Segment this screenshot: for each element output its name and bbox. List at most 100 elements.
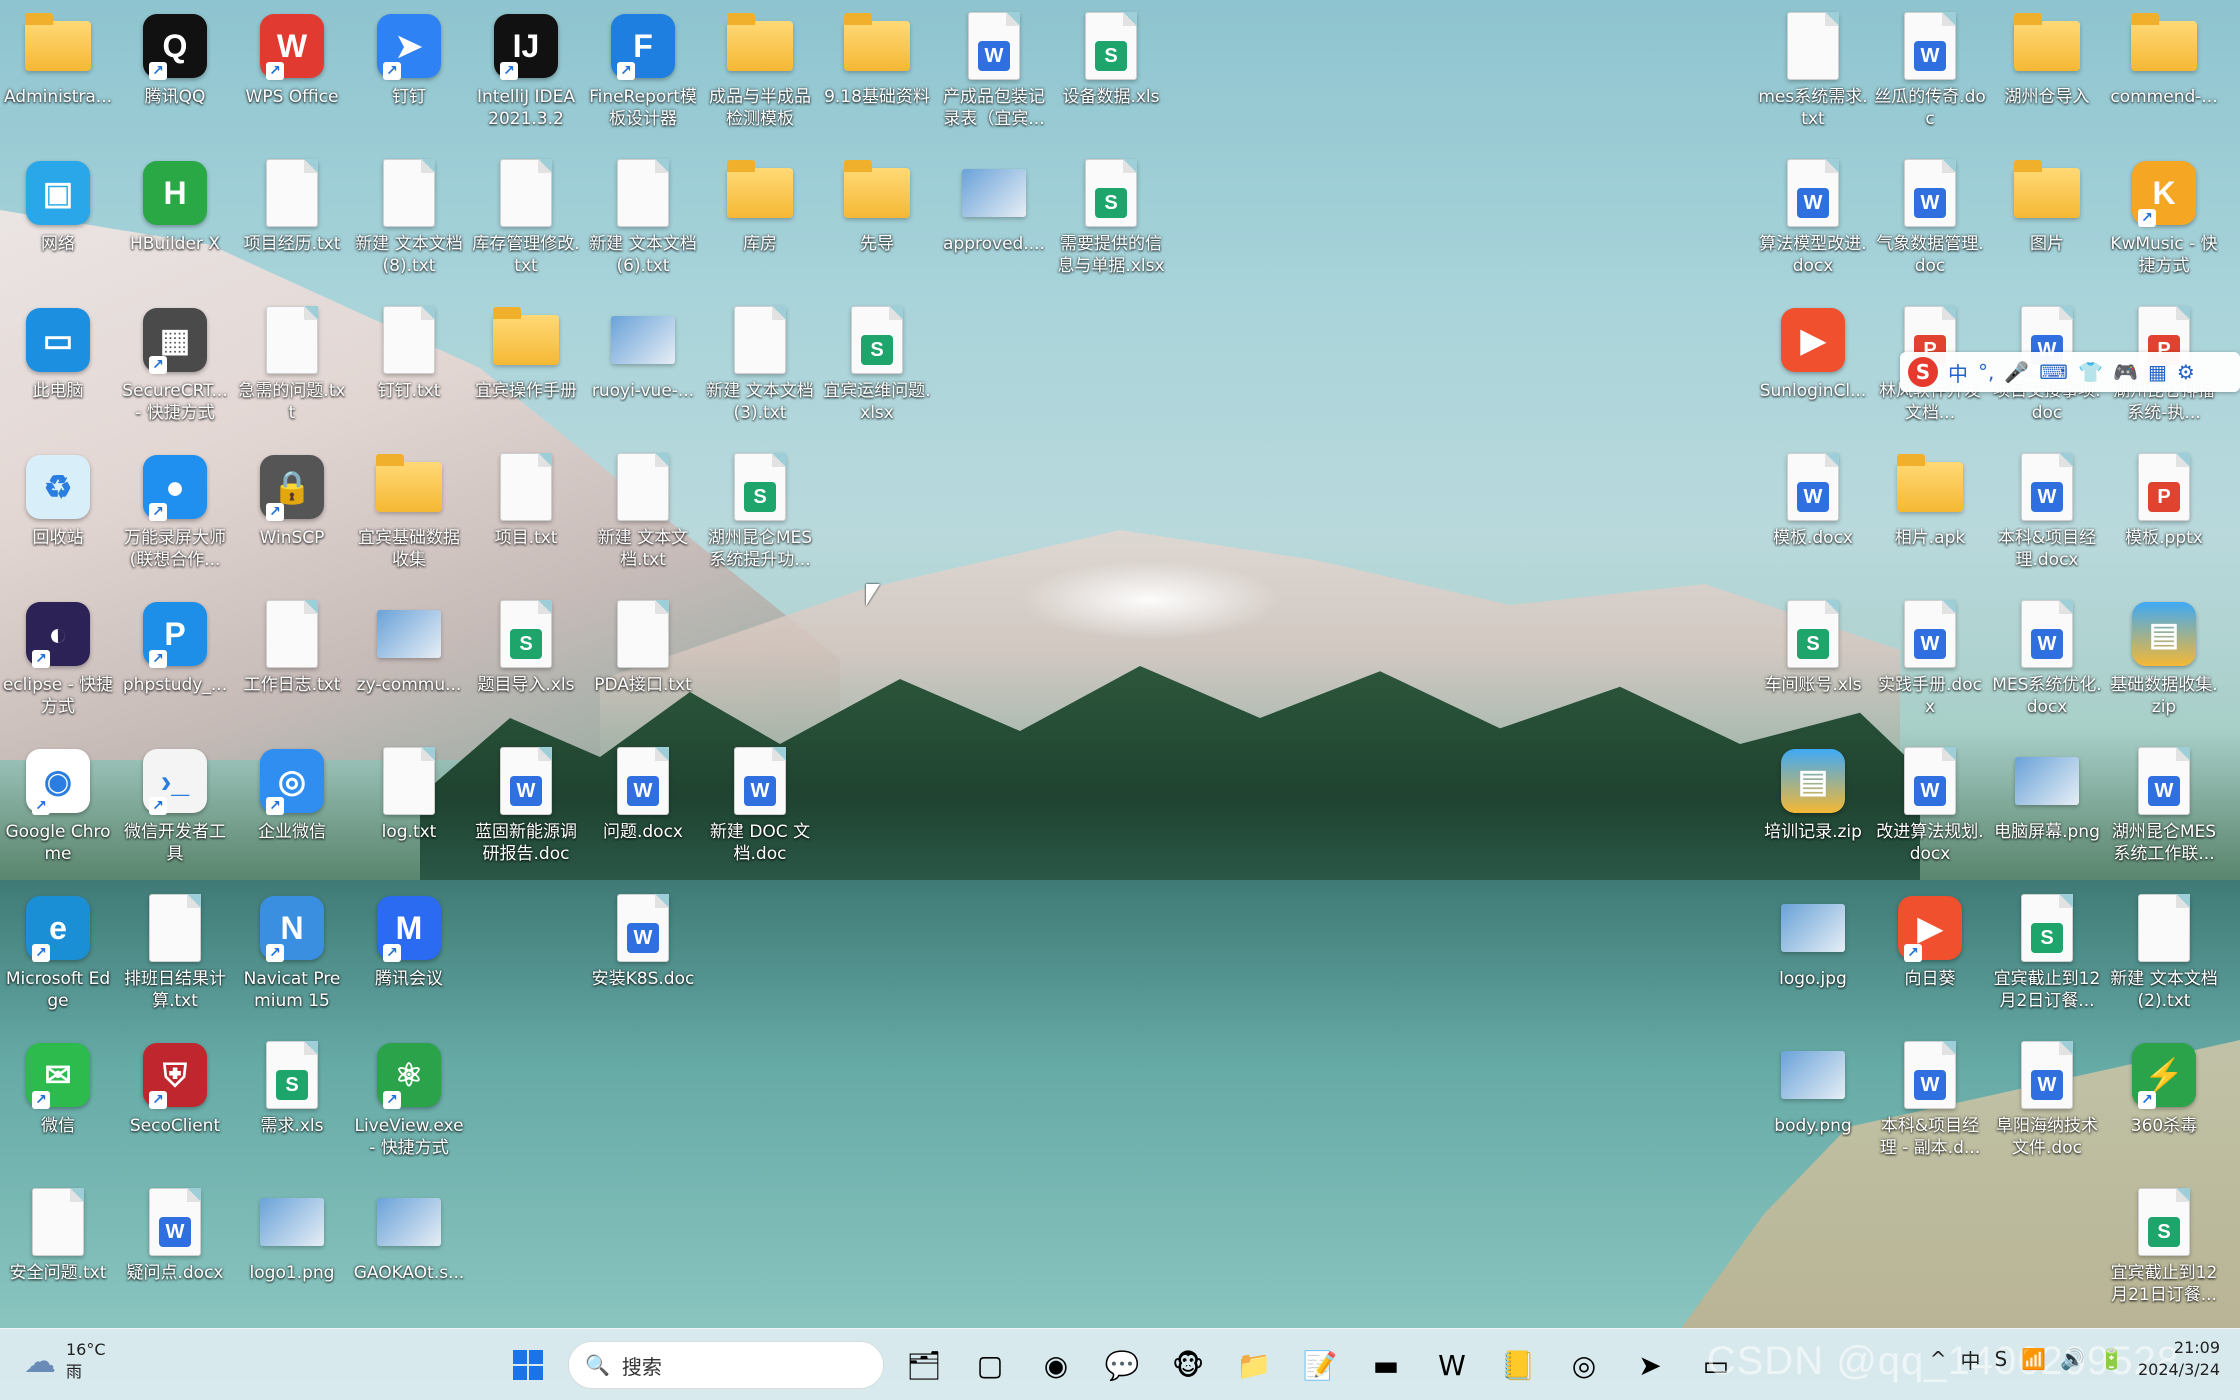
chrome-app[interactable]: ◉ ↗ Google Chrome [0, 739, 116, 885]
sogou-logo-icon[interactable]: S [1908, 357, 1938, 387]
mes-requirements-txt[interactable]: mes系统需求.txt [1755, 4, 1871, 150]
question-import-xls[interactable]: S 题目导入.xls [468, 592, 584, 738]
volume-icon[interactable]: 🔊 [2060, 1347, 2085, 1371]
xiandao-folder[interactable]: 先导 [819, 151, 935, 297]
navicat-app[interactable]: N ↗ Navicat Premium 15 [234, 886, 350, 1032]
security-issues-txt[interactable]: 安全问题.txt [0, 1180, 116, 1326]
ime-toolbar[interactable]: S 中 °, 🎤 ⌨ 👕 🎮 ▦ ⚙ [1900, 352, 2240, 392]
wechat-icon[interactable]: 💬 [1094, 1337, 1150, 1393]
dingtalk-app[interactable]: ➤ ↗ 钉钉 [351, 4, 467, 150]
yibin-orders-xls[interactable]: S 宜宾截止到12月2日订餐... [1989, 886, 2105, 1032]
monkey-app-icon[interactable]: 🐵 [1160, 1337, 1216, 1393]
yibin-ops-xlsx[interactable]: S 宜宾运维问题.xlsx [819, 298, 935, 444]
new-text-3-txt[interactable]: 新建 文本文档 (3).txt [702, 298, 818, 444]
gaokao-file[interactable]: GAOKAOt.s... [351, 1180, 467, 1326]
pda-api-txt[interactable]: PDA接口.txt [585, 592, 701, 738]
data-collection-zip[interactable]: ▤ 基础数据收集.zip [2106, 592, 2222, 738]
wifi-icon[interactable]: 📶 [2021, 1347, 2046, 1371]
requirements-xls[interactable]: S 需求.xls [234, 1033, 350, 1179]
packaging-record-doc[interactable]: W 产成品包装记录表（宜宾... [936, 4, 1052, 150]
notes-icon[interactable]: 📒 [1490, 1337, 1546, 1393]
yibin-data-folder[interactable]: 宜宾基础数据收集 [351, 445, 467, 591]
intellij-idea-app[interactable]: IJ ↗ IntelliJ IDEA 2021.3.2 [468, 4, 584, 150]
new-text-6-txt[interactable]: 新建 文本文档 (6).txt [585, 151, 701, 297]
huzhou-mes-xls[interactable]: S 湖州昆仑MES系统提升功... [702, 445, 818, 591]
chrome-icon[interactable]: ◉ [1028, 1337, 1084, 1393]
pictures-folder[interactable]: 图片 [1989, 151, 2105, 297]
tray-ime-indicator[interactable]: 中 [1961, 1345, 1981, 1374]
project-experience-txt[interactable]: 项目经历.txt [234, 151, 350, 297]
this-pc-icon[interactable]: ▭ 此电脑 [0, 298, 116, 444]
algorithm-plan-docx[interactable]: W 改进算法规划.docx [1872, 739, 1988, 885]
keyboard-icon[interactable]: ⌨ [2039, 360, 2068, 384]
new-doc-doc[interactable]: W 新建 DOC 文档.doc [702, 739, 818, 885]
liveview-app[interactable]: ⚛ ↗ LiveView.exe - 快捷方式 [351, 1033, 467, 1179]
taskbar-search-box[interactable]: 🔍 搜索 [568, 1341, 884, 1389]
eclipse-app[interactable]: ◐ ↗ eclipse - 快捷方式 [0, 592, 116, 738]
sigua-doc[interactable]: W 丝瓜的传奇.doc [1872, 4, 1988, 150]
template-pptx[interactable]: P 模板.pptx [2106, 445, 2222, 591]
logo-jpg[interactable]: logo.jpg [1755, 886, 1871, 1032]
basic-data-folder[interactable]: 9.18基础资料 [819, 4, 935, 150]
skin-icon[interactable]: 👕 [2078, 360, 2103, 384]
new-text-2-txt[interactable]: 新建 文本文档 (2).txt [2106, 886, 2222, 1032]
terminal-icon[interactable]: ▬ [1358, 1337, 1414, 1393]
urgent-issues-txt[interactable]: 急需的问题.txt [234, 298, 350, 444]
ruoyi-vue-file[interactable]: ruoyi-vue-... [585, 298, 701, 444]
template-docx[interactable]: W 模板.docx [1755, 445, 1871, 591]
research-report-doc[interactable]: W 蓝固新能源调研报告.doc [468, 739, 584, 885]
network-icon[interactable]: ▣ 网络 [0, 151, 116, 297]
wps-icon[interactable]: W [1424, 1337, 1480, 1393]
administrator-folder[interactable]: Administra... [0, 4, 116, 150]
practice-manual-docx[interactable]: W 实践手册.docx [1872, 592, 1988, 738]
ime-item[interactable]: °, [1978, 360, 1994, 384]
body-png[interactable]: body.png [1755, 1033, 1871, 1179]
file-explorer-icon[interactable]: 📁 [1226, 1337, 1282, 1393]
sunlogin-app[interactable]: ▶ SunloginCl... [1755, 298, 1871, 444]
screen-png[interactable]: 电脑屏幕.png [1989, 739, 2105, 885]
approved-image[interactable]: approved.... [936, 151, 1052, 297]
toolbox-icon[interactable]: ▦ [2148, 360, 2167, 384]
secoclient-app[interactable]: ⛨ ↗ SecoClient [117, 1033, 233, 1179]
hbuilderx-app[interactable]: H HBuilder X [117, 151, 233, 297]
required-info-xlsx[interactable]: S 需要提供的信息与单据.xlsx [1053, 151, 1169, 297]
install-k8s-doc[interactable]: W 安装K8S.doc [585, 886, 701, 1032]
new-text-8-txt[interactable]: 新建 文本文档 (8).txt [351, 151, 467, 297]
huzhou-mes-doc[interactable]: W 湖州昆仑MES系统工作联... [2106, 739, 2222, 885]
sunflower-app[interactable]: ▶ ↗ 向日葵 [1872, 886, 1988, 1032]
weather-data-doc[interactable]: W 气象数据管理.doc [1872, 151, 1988, 297]
questions-docx[interactable]: W 疑问点.docx [117, 1180, 233, 1326]
finereport-app[interactable]: F ↗ FineReport模板设计器 [585, 4, 701, 150]
edge-app[interactable]: e ↗ Microsoft Edge [0, 886, 116, 1032]
screen-recorder-app[interactable]: ● ↗ 万能录屏大师(联想合作... [117, 445, 233, 591]
huzhou-import-folder[interactable]: 湖州仓导入 [1989, 4, 2105, 150]
weather-widget[interactable]: ☁ 16°C 雨 [24, 1339, 106, 1383]
workshop-accounts-xls[interactable]: S 车间账号.xls [1755, 592, 1871, 738]
tray-sogou-icon[interactable]: S [1995, 1347, 2008, 1371]
settings-icon[interactable]: ⚙ [2177, 360, 2195, 384]
wechat-app[interactable]: ✉ ↗ 微信 [0, 1033, 116, 1179]
notepad-app-icon[interactable]: 📝 [1292, 1337, 1348, 1393]
wechat-devtools-app[interactable]: ›_ ↗ 微信开发者工具 [117, 739, 233, 885]
tray-overflow-icon[interactable]: ^ [1930, 1347, 1947, 1371]
phpstudy-app[interactable]: P ↗ phpstudy_... [117, 592, 233, 738]
battery-icon[interactable]: 🔋 [2099, 1347, 2124, 1371]
photo-apk-folder[interactable]: 相片.apk [1872, 445, 1988, 591]
fuyang-doc[interactable]: W 阜阳海纳技术文件.doc [1989, 1033, 2105, 1179]
game-icon[interactable]: 🎮 [2113, 360, 2138, 384]
recycle-bin-icon[interactable]: ♻ 回收站 [0, 445, 116, 591]
yibin-orders-21-xls[interactable]: S 宜宾截止到12月21日订餐... [2106, 1180, 2222, 1326]
task-view-icon[interactable]: ▢ [962, 1337, 1018, 1393]
yibin-manual-folder[interactable]: 宜宾操作手册 [468, 298, 584, 444]
equipment-data-xls[interactable]: S 设备数据.xls [1053, 4, 1169, 150]
resume-docx[interactable]: W 本科&项目经理.docx [1989, 445, 2105, 591]
logo1-png[interactable]: logo1.png [234, 1180, 350, 1326]
log-txt[interactable]: log.txt [351, 739, 467, 885]
algorithm-docx[interactable]: W 算法模型改进.docx [1755, 151, 1871, 297]
commend-folder[interactable]: commend-... [2106, 4, 2222, 150]
winscp-app[interactable]: 🔒 ↗ WinSCP [234, 445, 350, 591]
dingtalk-txt[interactable]: 钉钉.txt [351, 298, 467, 444]
taskbar-clock[interactable]: 21:09 2024/3/24 [2138, 1337, 2220, 1381]
training-zip[interactable]: ▤ 培训记录.zip [1755, 739, 1871, 885]
dingtalk-icon[interactable]: ➤ [1622, 1337, 1678, 1393]
